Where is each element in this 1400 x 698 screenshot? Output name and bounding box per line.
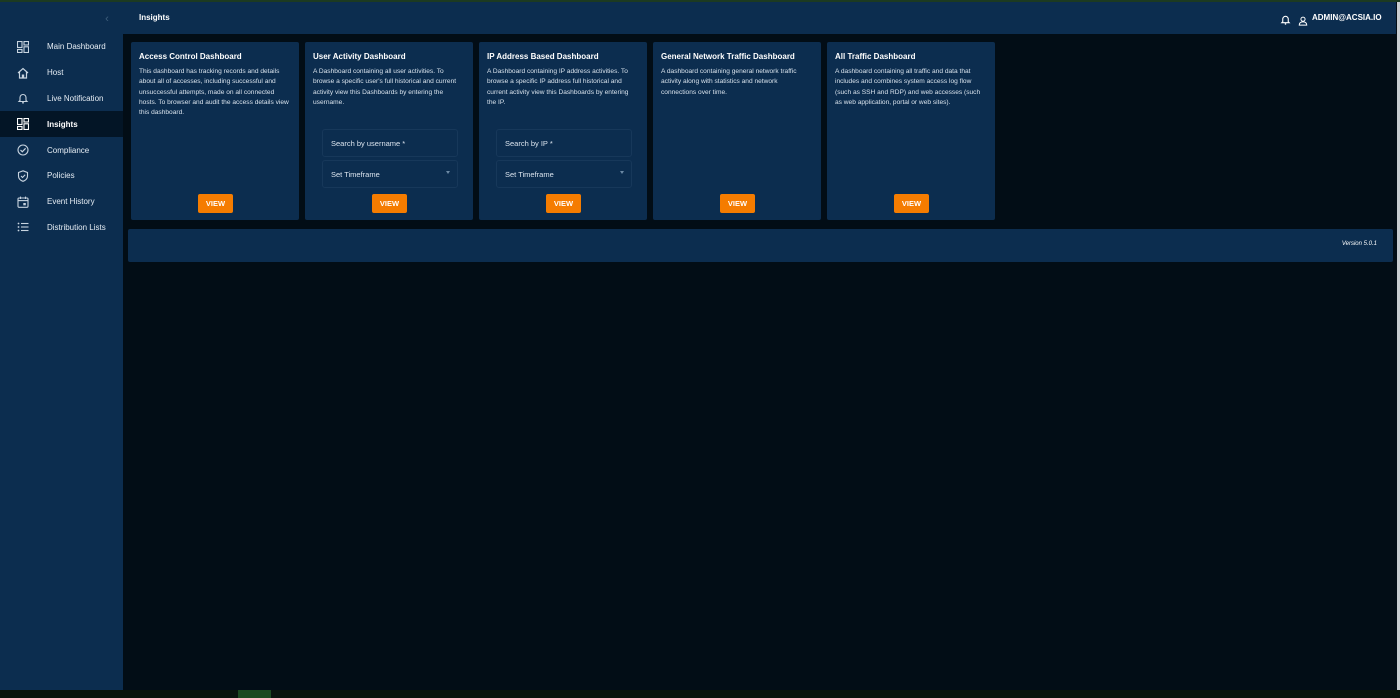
card-all-traffic: All Traffic Dashboard A dashboard contai…: [827, 42, 995, 220]
sidebar-item-distribution-lists[interactable]: Distribution Lists: [0, 215, 123, 241]
bottom-accent: [238, 690, 271, 698]
compliance-icon: [16, 144, 29, 157]
view-button[interactable]: VIEW: [720, 194, 755, 213]
user-icon[interactable]: [1298, 13, 1308, 26]
user-account[interactable]: ADMIN@ACSIA.IO: [1312, 13, 1382, 22]
sidebar-item-main-dashboard[interactable]: Main Dashboard: [0, 34, 123, 60]
sidebar-item-policies[interactable]: Policies: [0, 163, 123, 189]
timeframe-label: Set Timeframe: [505, 170, 554, 179]
sidebar-item-label: Host: [47, 68, 64, 78]
card-description: A Dashboard containing IP address activi…: [487, 68, 629, 106]
view-button[interactable]: VIEW: [546, 194, 581, 213]
view-button[interactable]: VIEW: [372, 194, 407, 213]
dashboard-icon: [16, 40, 29, 53]
sidebar-item-compliance[interactable]: Compliance: [0, 137, 123, 163]
sidebar-item-label: Event History: [47, 197, 95, 207]
sidebar-item-label: Insights: [47, 119, 78, 129]
card-title: Access Control Dashboard: [139, 52, 242, 61]
card-title: IP Address Based Dashboard: [487, 52, 599, 61]
timeframe-select[interactable]: Set Timeframe: [322, 160, 458, 188]
sidebar-item-label: Policies: [47, 171, 75, 181]
view-button[interactable]: VIEW: [894, 194, 929, 213]
card-ip-address: IP Address Based Dashboard A Dashboard c…: [479, 42, 647, 220]
sidebar-item-label: Main Dashboard: [47, 42, 106, 52]
sidebar-item-host[interactable]: Host: [0, 60, 123, 86]
card-title: All Traffic Dashboard: [835, 52, 916, 61]
view-button[interactable]: VIEW: [198, 194, 233, 213]
card-access-control: Access Control Dashboard This dashboard …: [131, 42, 299, 220]
list-icon: [16, 221, 29, 234]
username-search-input[interactable]: Search by username *: [322, 129, 458, 157]
page-title: Insights: [139, 13, 170, 22]
sidebar-item-label: Distribution Lists: [47, 222, 106, 232]
card-title: General Network Traffic Dashboard: [661, 52, 795, 61]
card-title: User Activity Dashboard: [313, 52, 406, 61]
top-header: Insights ADMIN@ACSIA.IO: [123, 2, 1396, 34]
dashboard-icon: [16, 118, 29, 131]
chevron-left-icon[interactable]: ‹: [100, 12, 114, 26]
bottom-strip: [0, 690, 1400, 698]
ip-search-placeholder: Search by IP *: [505, 139, 553, 148]
card-user-activity: User Activity Dashboard A Dashboard cont…: [305, 42, 473, 220]
bell-icon: [16, 92, 29, 105]
card-description: This dashboard has tracking records and …: [139, 68, 289, 117]
sidebar-nav: Main Dashboard Host Live Notification In…: [0, 34, 123, 240]
shield-icon: [16, 169, 29, 182]
sidebar-item-live-notification[interactable]: Live Notification: [0, 86, 123, 112]
footer-bar: Version 5.0.1: [128, 229, 1393, 262]
version-label: Version 5.0.1: [1341, 241, 1377, 247]
home-icon: [16, 66, 29, 79]
username-search-placeholder: Search by username *: [331, 139, 406, 148]
timeframe-label: Set Timeframe: [331, 170, 380, 179]
chevron-down-icon: [620, 171, 624, 174]
card-description: A dashboard containing general network t…: [661, 68, 797, 96]
sidebar-item-event-history[interactable]: Event History: [0, 189, 123, 215]
sidebar: ‹ Main Dashboard Host Live Notification: [0, 2, 123, 690]
sidebar-item-insights[interactable]: Insights: [0, 111, 123, 138]
calendar-icon: [16, 195, 29, 208]
bell-icon[interactable]: [1280, 12, 1291, 25]
app-frame: ‹ Main Dashboard Host Live Notification: [0, 0, 1400, 698]
card-general-network-traffic: General Network Traffic Dashboard A dash…: [653, 42, 821, 220]
sidebar-item-label: Live Notification: [47, 93, 104, 103]
chevron-down-icon: [446, 171, 450, 174]
ip-search-input[interactable]: Search by IP *: [496, 129, 632, 157]
card-description: A Dashboard containing all user activiti…: [313, 68, 457, 106]
sidebar-item-label: Compliance: [47, 145, 90, 155]
timeframe-select[interactable]: Set Timeframe: [496, 160, 632, 188]
card-description: A dashboard containing all traffic and d…: [835, 68, 981, 106]
